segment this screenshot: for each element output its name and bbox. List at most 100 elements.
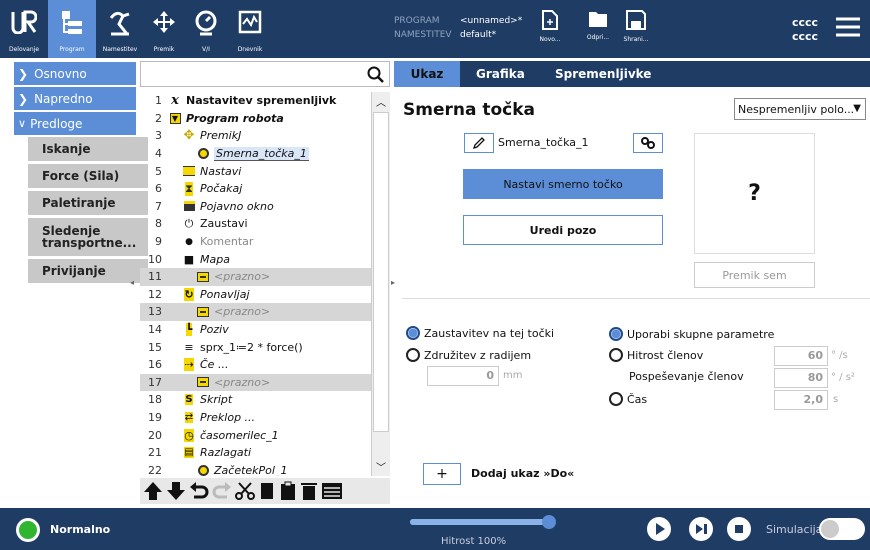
panel-collapse-handle[interactable]: ▸ bbox=[391, 278, 395, 287]
radio-empty-icon bbox=[609, 392, 623, 406]
stop-icon[interactable] bbox=[727, 517, 751, 541]
set-waypoint-button[interactable]: Nastavi smerno točko bbox=[463, 169, 663, 199]
tree-row[interactable]: 22 ZačetekPol_1 bbox=[140, 461, 371, 476]
speed-slider-handle[interactable] bbox=[542, 515, 556, 529]
use-shared-parameters-option[interactable]: Uporabi skupne parametre bbox=[609, 327, 774, 341]
tree-row[interactable]: 1 x Nastavitev spremenljivk bbox=[140, 92, 371, 110]
tree-row[interactable]: 9 ● Komentar bbox=[140, 233, 371, 251]
tree-row-label: časomerilec_1 bbox=[200, 428, 279, 442]
rename-button[interactable] bbox=[464, 133, 494, 153]
blend-radius-option[interactable]: Združitev z radijem bbox=[406, 348, 531, 362]
tree-row[interactable]: 21 ▤ Razlagati bbox=[140, 444, 371, 462]
stop-at-point-option[interactable]: Zaustavitev na tej točki bbox=[406, 326, 554, 340]
speed-slider[interactable] bbox=[410, 515, 556, 529]
tree-row[interactable]: 4 Smerna_točka_1 bbox=[140, 145, 371, 163]
move-down-icon[interactable] bbox=[166, 481, 186, 501]
copy-icon[interactable] bbox=[258, 481, 276, 501]
run-tab-button[interactable]: Delovanje bbox=[0, 0, 48, 58]
edit-pose-button[interactable]: Uredi pozo bbox=[463, 215, 663, 245]
tab-command[interactable]: Ukaz bbox=[394, 61, 460, 87]
hamburger-menu-icon[interactable] bbox=[834, 15, 862, 39]
open-file-button[interactable]: Odpri... bbox=[578, 10, 618, 54]
tree-row[interactable]: 6 ⧗ Počakaj bbox=[140, 180, 371, 198]
template-palletizing[interactable]: Paletiranje bbox=[28, 191, 148, 215]
if-icon: ⇢ bbox=[184, 358, 194, 372]
left-collapse-handle[interactable]: ◂ bbox=[130, 278, 134, 287]
program-name: <unnamed>* bbox=[460, 16, 523, 26]
empty-icon bbox=[196, 377, 210, 388]
log-tab-button[interactable]: Dnevnik bbox=[226, 0, 274, 58]
move-up-icon[interactable] bbox=[143, 481, 163, 501]
tab-variables[interactable]: Spremenljivke bbox=[555, 61, 651, 87]
move-tab-button[interactable]: Premik bbox=[140, 0, 188, 58]
nav-basic[interactable]: ❯ Osnovno bbox=[14, 62, 136, 85]
tree-row[interactable]: 7 Pojavno okno bbox=[140, 198, 371, 216]
waypoint-name: Smerna_točka_1 bbox=[498, 136, 589, 149]
tree-row[interactable]: 12 ↻ Ponavljaj bbox=[140, 286, 371, 304]
time-field[interactable]: 2,0 bbox=[774, 390, 828, 410]
joint-speed-option[interactable]: Hitrost členov bbox=[609, 348, 703, 362]
tree-row[interactable]: 20 ◷ časomerilec_1 bbox=[140, 426, 371, 444]
play-icon[interactable] bbox=[647, 517, 671, 541]
power-status-icon[interactable] bbox=[16, 518, 40, 542]
tree-scrollbar[interactable]: ︿ ﹀ bbox=[371, 92, 390, 476]
tree-row[interactable]: 15 ≡ sprx_1≔2 * force() bbox=[140, 338, 371, 356]
ur-logo-icon bbox=[11, 10, 37, 34]
scroll-thumb[interactable] bbox=[373, 112, 389, 432]
line-number: 2 bbox=[155, 111, 162, 125]
tree-row[interactable]: 17 <prazno> bbox=[140, 373, 371, 392]
suppress-icon[interactable] bbox=[321, 481, 343, 501]
scroll-down-icon[interactable]: ﹀ bbox=[376, 459, 386, 474]
nav-templates[interactable]: ∨ Predloge bbox=[14, 112, 136, 135]
save-file-button[interactable]: Shrani... bbox=[616, 10, 656, 54]
io-tab-label: V/I bbox=[202, 46, 210, 53]
paste-icon[interactable] bbox=[279, 481, 297, 501]
simulation-toggle[interactable] bbox=[819, 518, 865, 540]
footer-bar: Normalno Hitrost 100% Simulacija bbox=[0, 508, 870, 550]
step-icon[interactable] bbox=[689, 517, 713, 541]
cut-icon[interactable] bbox=[235, 481, 255, 501]
link-waypoint-button[interactable] bbox=[633, 133, 663, 153]
joint-accel-label: Pospeševanje členov bbox=[629, 370, 744, 383]
io-tab-button[interactable]: V/I bbox=[182, 0, 230, 58]
redo-icon[interactable] bbox=[212, 481, 232, 501]
tab-graphics[interactable]: Grafika bbox=[476, 61, 525, 87]
joint-speed-field[interactable]: 60 bbox=[774, 346, 828, 366]
tree-row[interactable]: 3 ✥ PremikJ bbox=[140, 127, 371, 145]
tree-row[interactable]: 8 ⏻ Zaustavi bbox=[140, 215, 371, 233]
tree-row[interactable]: 19 ⇄ Preklop ... bbox=[140, 409, 371, 427]
tree-row[interactable]: 5 Nastavi bbox=[140, 162, 371, 180]
program-tab-button[interactable]: Program bbox=[48, 0, 96, 58]
tree-row[interactable]: 14 ┗ Poziv bbox=[140, 321, 371, 339]
radius-field[interactable]: 0 bbox=[427, 366, 499, 386]
time-option[interactable]: Čas bbox=[609, 392, 647, 406]
template-conveyor-tracking[interactable]: Sledenje transportne... bbox=[28, 218, 148, 256]
position-type-value: Nespremenljiv polo... bbox=[738, 102, 855, 116]
tree-row[interactable]: 16 ⇢ Če ... bbox=[140, 356, 371, 374]
tree-row[interactable]: 18 S Skript bbox=[140, 391, 371, 409]
line-number: 13 bbox=[148, 305, 162, 319]
nav-advanced[interactable]: ❯ Napredno bbox=[14, 87, 136, 110]
undo-icon[interactable] bbox=[189, 481, 209, 501]
program-tree[interactable]: 1 x Nastavitev spremenljivk 2 ▼ Program robot… bbox=[140, 92, 371, 476]
add-until-button[interactable]: + bbox=[423, 463, 461, 485]
line-number: 9 bbox=[155, 235, 162, 249]
pencil-icon bbox=[472, 137, 485, 150]
template-force[interactable]: Force (Sila) bbox=[28, 164, 148, 188]
scroll-up-icon[interactable]: ︿ bbox=[376, 94, 386, 109]
position-type-select[interactable]: Nespremenljiv polo... ▼ bbox=[734, 98, 866, 120]
tree-row[interactable]: 2 ▼ Program robota bbox=[140, 110, 371, 128]
search-input[interactable] bbox=[140, 61, 390, 87]
tree-row[interactable]: 10 ■ Mapa bbox=[140, 250, 371, 268]
template-search[interactable]: Iskanje bbox=[28, 137, 148, 161]
delete-icon[interactable] bbox=[300, 481, 318, 501]
installation-tab-button[interactable]: Namestitev bbox=[96, 0, 144, 58]
tree-row[interactable]: 11 <prazno> bbox=[140, 267, 371, 286]
joint-speed-unit: ° /s bbox=[831, 350, 848, 361]
tree-row[interactable]: 13 <prazno> bbox=[140, 303, 371, 321]
line-number: 8 bbox=[155, 217, 162, 231]
new-file-button[interactable]: Novo... bbox=[530, 10, 570, 54]
joint-accel-field[interactable]: 80 bbox=[774, 368, 828, 388]
move-here-button[interactable]: Premik sem bbox=[694, 262, 815, 288]
tree-row-label: Smerna_točka_1 bbox=[214, 146, 309, 161]
